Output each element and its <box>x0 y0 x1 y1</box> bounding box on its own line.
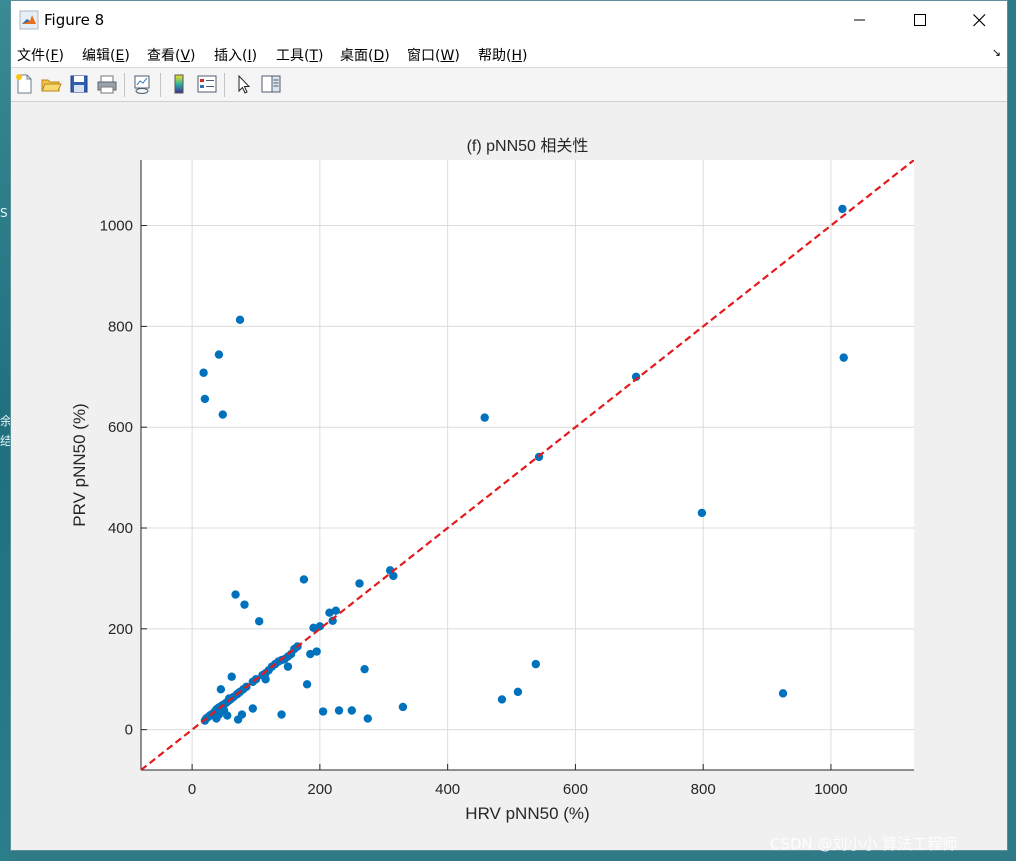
menu-desktop[interactable]: 桌面(D) <box>340 45 390 65</box>
title-bar[interactable]: Figure 8 <box>11 1 1007 39</box>
menu-insert[interactable]: 插入(I) <box>214 45 257 65</box>
window-title: Figure 8 <box>44 11 105 29</box>
y-axis-label: PRV pNN50 (%) <box>70 403 89 526</box>
data-point <box>360 664 369 674</box>
dock-arrow-icon[interactable]: ↘ <box>992 46 1001 59</box>
data-point <box>334 706 344 715</box>
menu-tools[interactable]: 工具(T) <box>276 45 324 65</box>
menu-file[interactable]: 文件(F) <box>17 45 64 65</box>
data-point <box>223 711 232 720</box>
data-point <box>261 675 270 684</box>
colorbar-icon[interactable] <box>168 73 190 95</box>
figure-canvas: 0 200 400 600 800 1000 0 200 400 600 800 1000 (f) p… <box>11 102 1007 850</box>
maximize-button[interactable] <box>897 5 943 35</box>
y-tick-label: 0 <box>125 722 133 739</box>
data-point <box>227 672 236 681</box>
print-icon[interactable] <box>96 73 118 95</box>
data-point <box>216 685 226 694</box>
data-point <box>302 680 312 689</box>
data-point <box>277 710 286 719</box>
data-point <box>235 315 245 325</box>
toolbar-separator <box>160 73 161 97</box>
y-tick-label: 1000 <box>100 218 133 235</box>
menu-edit[interactable]: 编辑(E) <box>82 45 130 65</box>
x-tick-label: 800 <box>691 781 716 798</box>
x-tick-label: 600 <box>563 781 588 798</box>
pointer-icon[interactable] <box>232 73 254 95</box>
open-file-icon[interactable] <box>40 73 62 95</box>
data-point <box>347 706 357 715</box>
data-point <box>363 714 372 723</box>
data-point <box>237 710 247 719</box>
save-icon[interactable] <box>68 73 90 95</box>
chart-title: (f) pNN50 相关性 <box>467 137 589 155</box>
data-point <box>283 662 293 671</box>
data-point <box>299 575 309 584</box>
data-point <box>697 508 707 518</box>
y-tick-label: 600 <box>108 419 133 436</box>
toolbar-separator <box>224 73 225 97</box>
scatter-chart: 0 200 400 600 800 1000 0 200 400 600 800 1000 (f) p… <box>70 137 914 823</box>
figure-window: Figure 8 文件(F) 编辑(E) 查看(V) 插入(I) 工具(T) 桌… <box>10 0 1008 851</box>
menu-view[interactable]: 查看(V) <box>147 45 196 65</box>
desktop-fragment: S <box>0 206 8 220</box>
toolbar-separator <box>124 73 125 97</box>
data-point <box>254 617 264 626</box>
matlab-logo-icon <box>19 10 39 30</box>
y-tick-label: 400 <box>108 520 133 537</box>
data-point <box>214 350 224 359</box>
close-button[interactable] <box>956 5 1002 35</box>
data-point <box>497 695 507 704</box>
menu-bar: 文件(F) 编辑(E) 查看(V) 插入(I) 工具(T) 桌面(D) 窗口(W… <box>11 39 1007 68</box>
data-point <box>312 647 321 656</box>
watermark: CSDN @刘小小 算法工程师 <box>770 835 958 853</box>
data-point <box>248 704 257 713</box>
minimize-button[interactable] <box>837 5 883 35</box>
toolbar <box>11 68 1007 102</box>
data-point <box>778 689 788 698</box>
x-axis-label: HRV pNN50 (%) <box>465 804 589 823</box>
data-point <box>389 571 398 581</box>
data-point <box>199 368 208 377</box>
data-point <box>231 590 240 599</box>
desktop-background: S 余 结 <box>0 0 12 861</box>
link-plot-icon[interactable] <box>132 73 154 95</box>
new-figure-icon[interactable] <box>13 73 35 95</box>
x-tick-label: 200 <box>307 781 332 798</box>
menu-window[interactable]: 窗口(W) <box>407 45 460 65</box>
data-point <box>398 702 408 712</box>
data-point <box>218 410 227 419</box>
close-icon <box>972 13 985 26</box>
data-point <box>331 606 341 615</box>
x-tick-label: 1000 <box>814 781 847 798</box>
minimize-icon <box>854 19 865 21</box>
data-point <box>839 353 848 362</box>
data-point <box>513 687 523 697</box>
legend-icon[interactable] <box>196 73 218 95</box>
y-tick-label: 200 <box>108 621 133 638</box>
menu-help[interactable]: 帮助(H) <box>478 45 527 65</box>
data-point <box>240 600 249 609</box>
y-tick-label: 800 <box>108 318 133 335</box>
data-point <box>318 707 328 716</box>
x-tick-label: 400 <box>435 781 460 798</box>
data-point <box>200 394 210 404</box>
x-tick-label: 0 <box>188 781 196 798</box>
property-editor-icon[interactable] <box>260 73 282 95</box>
maximize-icon <box>913 13 926 26</box>
data-point <box>838 204 847 214</box>
data-point <box>531 659 541 669</box>
data-point <box>480 413 489 422</box>
data-point <box>355 579 364 588</box>
